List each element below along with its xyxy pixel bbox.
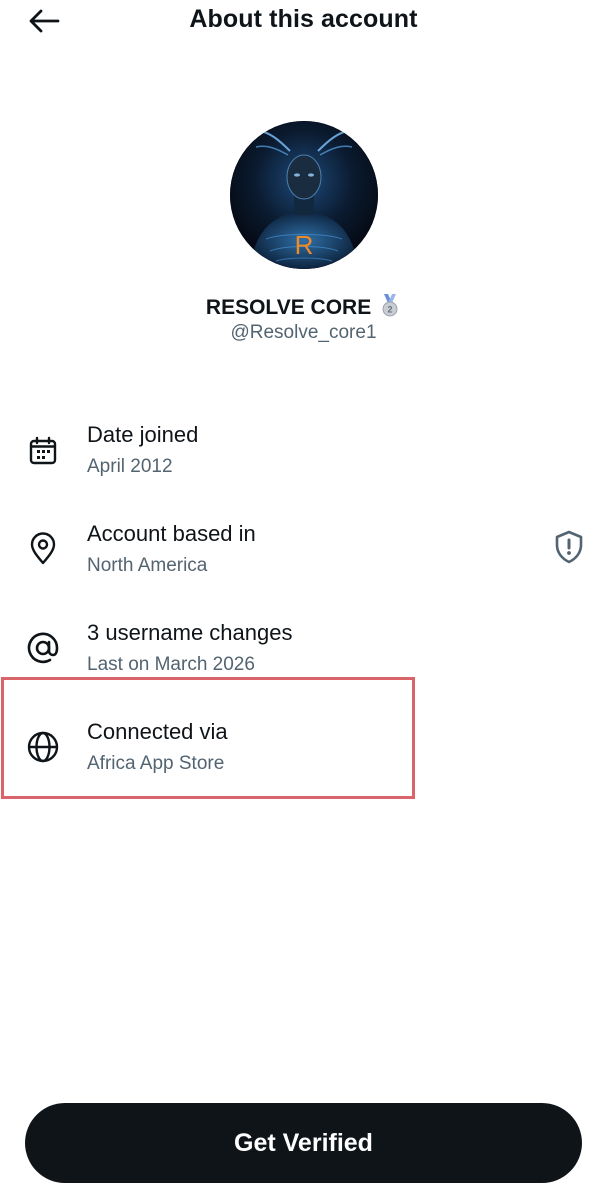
account-location-row: Account based in North America — [0, 519, 607, 599]
profile-handle: @Resolve_core1 — [230, 322, 377, 343]
username-changes-value: Last on March 2026 — [87, 654, 255, 675]
at-sign-icon — [24, 629, 62, 667]
avatar-image: R — [230, 121, 378, 269]
date-joined-value: April 2012 — [87, 456, 173, 477]
connected-via-row: Connected via Africa App Store — [0, 717, 607, 797]
shield-alert-button[interactable] — [552, 529, 586, 565]
shield-alert-icon — [555, 530, 583, 564]
top-bar: About this account — [0, 0, 607, 44]
username-changes-row: 3 username changes Last on March 2026 — [0, 618, 607, 698]
username-changes-label: 3 username changes — [87, 620, 293, 645]
profile-name: RESOLVE CORE 2 — [0, 293, 607, 323]
connected-via-label: Connected via — [87, 719, 228, 744]
account-location-label: Account based in — [87, 521, 256, 546]
globe-icon — [24, 728, 62, 766]
second-place-medal-icon: 2 — [379, 293, 401, 323]
get-verified-button[interactable]: Get Verified — [25, 1103, 582, 1183]
avatar[interactable]: R — [230, 121, 378, 269]
connected-via-value: Africa App Store — [87, 753, 225, 774]
page-title: About this account — [189, 5, 418, 33]
display-name: RESOLVE CORE — [205, 296, 372, 319]
avatar-monogram: R — [295, 230, 314, 260]
account-location-value: North America — [87, 555, 208, 576]
location-pin-icon — [24, 530, 62, 568]
calendar-icon — [24, 432, 62, 470]
date-joined-label: Date joined — [87, 422, 199, 447]
svg-text:2: 2 — [388, 305, 393, 315]
date-joined-row: Date joined April 2012 — [0, 420, 607, 500]
